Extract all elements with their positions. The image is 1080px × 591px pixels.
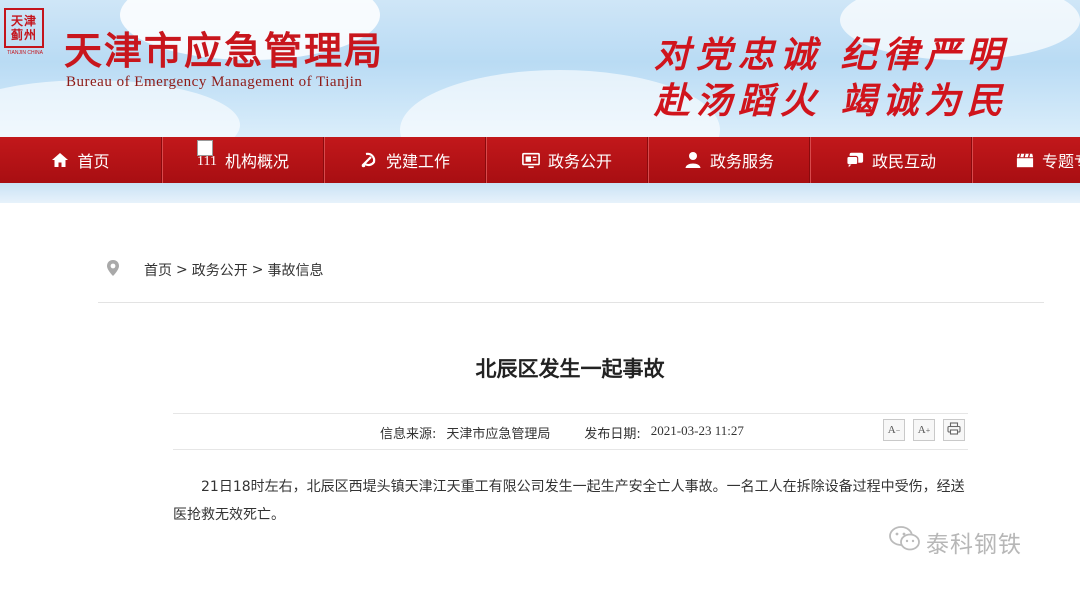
site-subtitle: Bureau of Emergency Management of Tianji…: [66, 74, 363, 90]
emblem-text: 天津蓟州: [10, 14, 37, 42]
divider: [173, 413, 968, 414]
printer-icon: [947, 422, 961, 438]
location-pin-icon: [106, 259, 120, 281]
watermark-text: 泰科钢铁: [926, 532, 1022, 558]
header-banner: 天津蓟州 TIANJIN CHINA 天津市应急管理局 Bureau of Em…: [0, 0, 1080, 138]
breadcrumb-accident-info[interactable]: 事故信息: [267, 260, 323, 280]
breadcrumb-separator: >: [176, 262, 188, 278]
chat-icon: [846, 151, 864, 169]
nav-label: 党建工作: [385, 152, 450, 171]
nav-label: 政民互动: [871, 152, 936, 171]
breadcrumb-home[interactable]: 首页: [144, 260, 172, 280]
article-tools: A − A +: [883, 419, 965, 441]
breadcrumb: 首页 > 政务公开 > 事故信息: [106, 259, 323, 281]
article-page: 首页 > 政务公开 > 事故信息 北辰区发生一起事故 信息来源: 天津市应急管理…: [0, 203, 1080, 591]
font-increase-label: A: [917, 424, 926, 436]
nav-item-gov-affairs[interactable]: 政务公开: [486, 137, 648, 183]
wechat-icon: [888, 525, 922, 559]
slogan-line-1: 对党忠诚 纪律严明: [654, 34, 1009, 76]
home-icon: [51, 151, 69, 169]
source-label: 信息来源:: [380, 427, 437, 442]
wechat-watermark: 泰科钢铁: [888, 525, 1022, 559]
screen-icon: [522, 151, 540, 169]
date-value: 2021-03-23 11:27: [650, 423, 744, 438]
nav-bottom-strip: [0, 183, 1080, 203]
emblem-caption: TIANJIN CHINA: [7, 50, 43, 56]
main-nav: 首页 111 机构概况 党建工作 政务公开 政务服务 政民互动 专题专: [0, 137, 1080, 183]
nav-label: 专题专: [1041, 152, 1080, 171]
slogan-line-2: 赴汤蹈火 竭诚为民: [654, 80, 1009, 122]
nav-label: 政务服务: [709, 152, 774, 171]
nav-label: 首页: [77, 152, 110, 171]
nav-label: 机构概况: [224, 152, 289, 171]
date-label: 发布日期:: [584, 427, 641, 442]
source-value: 天津市应急管理局: [446, 427, 551, 442]
font-decrease-button[interactable]: A −: [883, 419, 905, 441]
clapper-icon: [1016, 151, 1034, 169]
site-emblem-logo[interactable]: 天津蓟州: [4, 8, 44, 48]
breadcrumb-separator: >: [251, 262, 264, 278]
nav-item-gov-services[interactable]: 政务服务: [648, 137, 810, 183]
person-icon: [684, 151, 702, 169]
font-decrease-label: A: [887, 424, 896, 436]
party-emblem-icon: [360, 151, 378, 169]
nav-label: 政务公开: [547, 152, 612, 171]
divider: [173, 449, 968, 450]
nav-item-about[interactable]: 111 机构概况: [162, 137, 324, 183]
nav-item-home[interactable]: 首页: [0, 137, 162, 183]
article-title: 北辰区发生一起事故: [475, 357, 665, 381]
article-body: 21日18时左右，北辰区西堤头镇天津江天重工有限公司发生一起生产安全亡人事故。一…: [173, 479, 965, 523]
article-meta: 信息来源: 天津市应急管理局 发布日期: 2021-03-23 11:27: [380, 423, 778, 442]
font-increase-button[interactable]: A +: [913, 419, 935, 441]
broken-image-icon: 111: [197, 140, 217, 169]
nav-item-party-building[interactable]: 党建工作: [324, 137, 486, 183]
nav-item-topics[interactable]: 专题专: [972, 137, 1080, 183]
breadcrumb-gov-affairs[interactable]: 政务公开: [192, 260, 248, 280]
divider: [98, 302, 1044, 303]
print-button[interactable]: [943, 419, 965, 441]
site-title[interactable]: 天津市应急管理局: [64, 20, 384, 75]
nav-item-interaction[interactable]: 政民互动: [810, 137, 972, 183]
